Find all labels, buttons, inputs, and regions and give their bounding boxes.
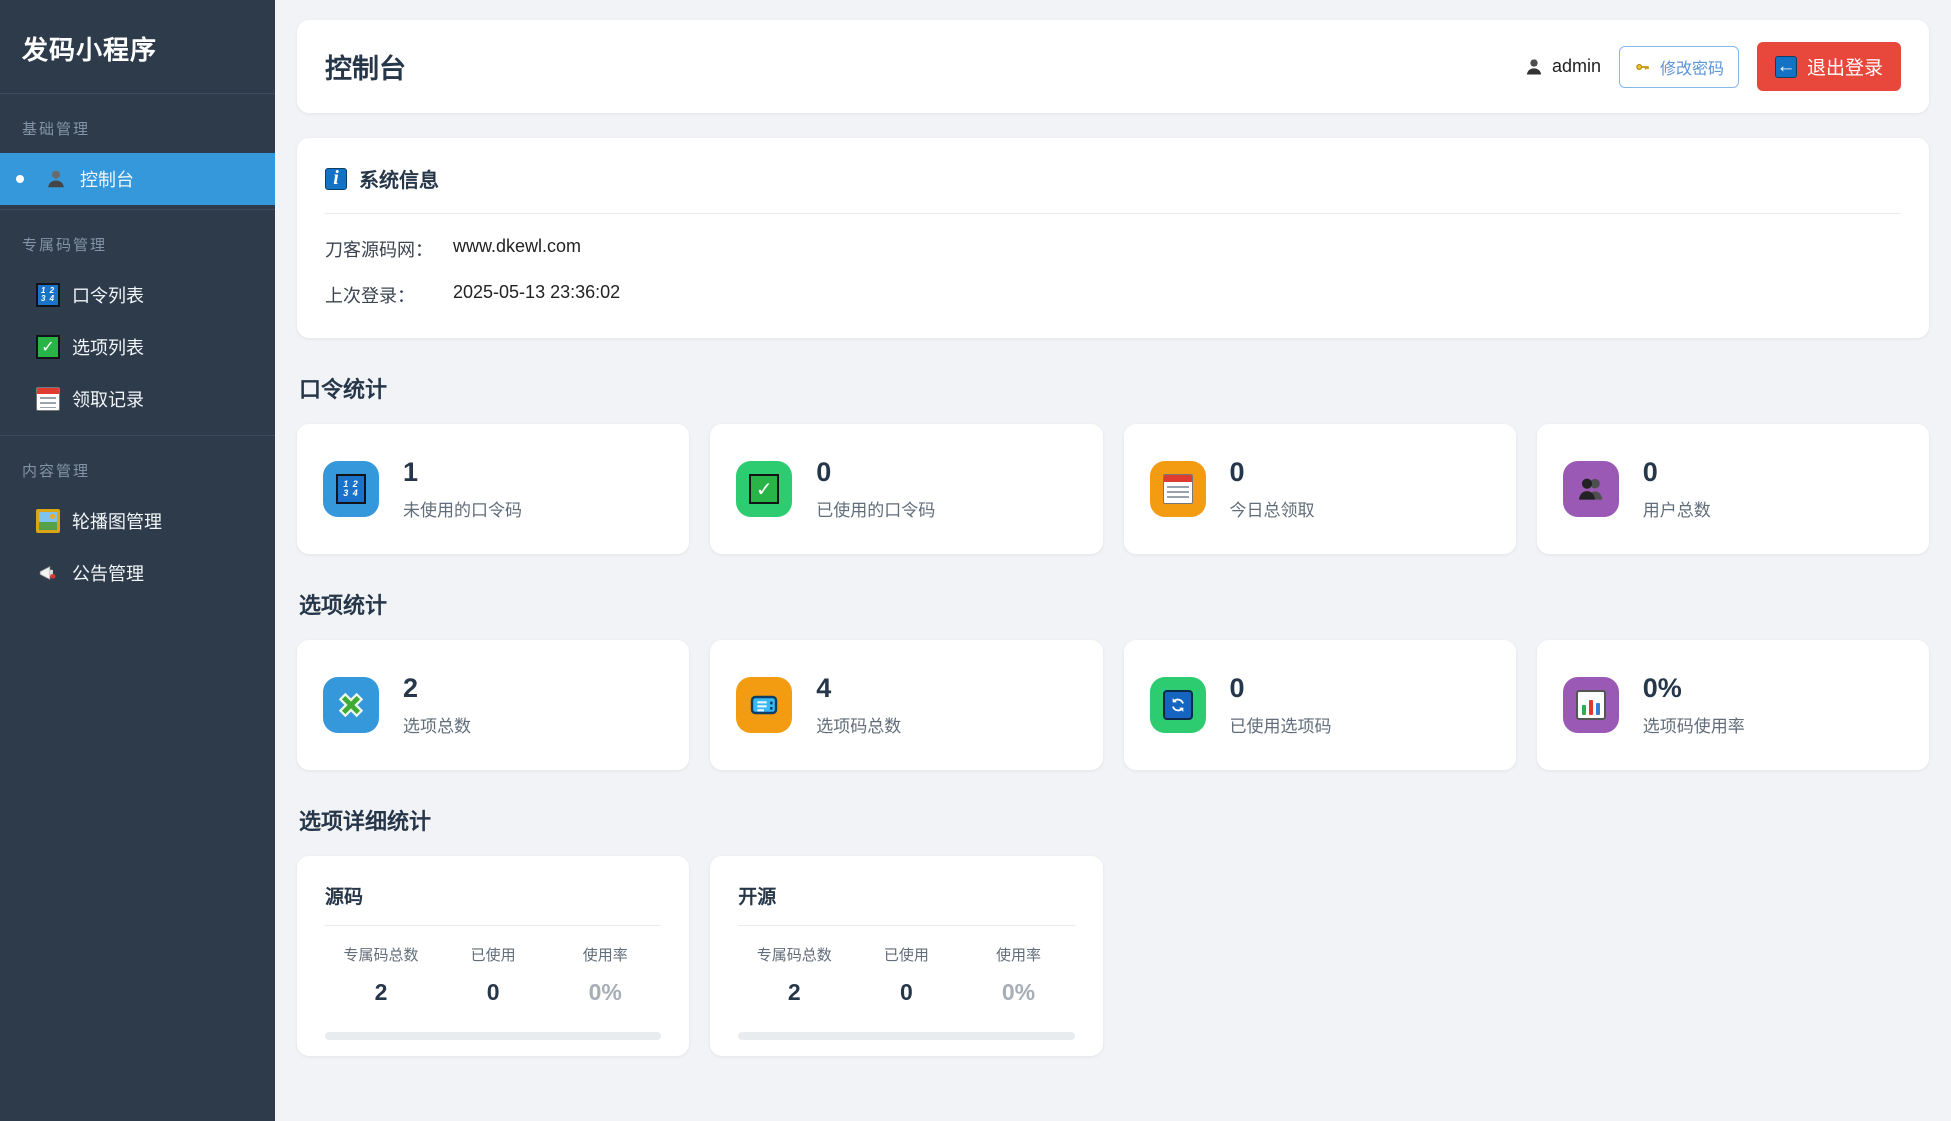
app-brand: 发码小程序 [22, 35, 158, 65]
calendar-icon [1149, 461, 1206, 517]
divider [325, 925, 662, 926]
last-login-time: 2025-05-13 23:36:02 [453, 282, 621, 302]
info-icon: i [325, 167, 347, 190]
site-url: www.dkewl.com [453, 236, 582, 256]
detail-card-source: 源码 专属码总数 已使用 使用率 2 0 0% [297, 856, 690, 1056]
stat-label: 今日总领取 [1229, 501, 1315, 520]
detail-card-opensource: 开源 专属码总数 已使用 使用率 2 0 0% [710, 856, 1103, 1056]
stat-label: 用户总数 [1642, 501, 1711, 520]
sidebar-item-label: 控制台 [80, 170, 134, 190]
green-cross-icon [323, 677, 379, 733]
col-label-total: 专属码总数 [343, 947, 419, 964]
info-row-site: 刀客源码网： www.dkewl.com [325, 236, 582, 260]
sidebar-item-label: 领取记录 [72, 390, 144, 410]
section-heading-option-stats: 选项统计 [299, 593, 388, 618]
check-mark-icon: ✓ [736, 461, 793, 517]
logout-button[interactable]: ← 退出登录 [1756, 42, 1901, 91]
sidebar-item-announcements[interactable]: 公告管理 [0, 547, 275, 599]
detail-card-title: 开源 [738, 887, 777, 908]
sidebar-item-label: 选项列表 [72, 338, 144, 358]
current-user: admin [1524, 56, 1601, 77]
system-info-card: i 系统信息 刀客源码网： www.dkewl.com 上次登录： 2025-0… [297, 138, 1929, 338]
stat-card-total-options: 2 选项总数 [297, 640, 690, 770]
input-numbers-icon: 1 23 4 [323, 461, 379, 517]
sidebar-item-option-list[interactable]: ✓ 选项列表 [0, 321, 275, 373]
username: admin [1551, 56, 1601, 76]
refresh-arrows-icon [1149, 677, 1206, 733]
sidebar-item-claim-records[interactable]: 领取记录 [0, 373, 275, 425]
stat-value: 0 [1642, 457, 1658, 487]
stat-label: 选项总数 [403, 717, 471, 736]
stat-value: 0 [1229, 673, 1245, 703]
stat-card-used-passwords: ✓ 0 已使用的口令码 [710, 424, 1103, 554]
stat-card-used-option-codes: 0 已使用选项码 [1123, 640, 1516, 770]
active-dot [16, 175, 24, 183]
ticket-icon [736, 677, 793, 733]
page-title: 控制台 [325, 54, 406, 84]
sidebar-item-label: 轮播图管理 [72, 512, 162, 532]
stat-card-today-claims: 0 今日总领取 [1123, 424, 1516, 554]
stat-value: 2 [403, 673, 419, 703]
user-silhouette-icon [1524, 57, 1544, 77]
sidebar-item-label: 公告管理 [72, 564, 144, 584]
stat-card-option-usage-rate: 0% 选项码使用率 [1536, 640, 1929, 770]
stat-value: 1 [403, 457, 419, 487]
stat-label: 选项码总数 [816, 717, 902, 736]
section-heading-option-detail: 选项详细统计 [299, 809, 432, 834]
stat-value: 4 [816, 673, 832, 703]
stat-card-unused-passwords: 1 23 4 1 未使用的口令码 [297, 424, 690, 554]
check-mark-icon: ✓ [36, 335, 60, 359]
busts-icon [1562, 461, 1619, 517]
stat-label: 已使用选项码 [1229, 717, 1332, 736]
stat-value: 0% [1642, 673, 1682, 703]
framed-picture-icon [36, 509, 60, 533]
section-heading-password-stats: 口令统计 [299, 377, 388, 402]
usage-progress-bar [325, 1032, 662, 1040]
sidebar: 发码小程序 基础管理 控制台 专属码管理 1 23 4 口令列表 ✓ 选项列表 … [0, 0, 275, 1121]
key-icon [1634, 58, 1652, 76]
col-label-used: 已使用 [883, 947, 929, 964]
col-label-used: 已使用 [470, 947, 516, 964]
calendar-icon [36, 387, 60, 411]
stat-card-total-option-codes: 4 选项码总数 [710, 640, 1103, 770]
system-info-title: 系统信息 [359, 170, 439, 192]
main-content: 控制台 admin 修改密码 ← 退出登录 i 系统信息 刀客源码网： www.… [275, 0, 1951, 1121]
sidebar-item-password-list[interactable]: 1 23 4 口令列表 [0, 269, 275, 321]
change-password-button[interactable]: 修改密码 [1618, 45, 1739, 88]
usage-progress-bar [738, 1032, 1075, 1040]
user-silhouette-icon [44, 167, 68, 191]
stat-value: 0 [1229, 457, 1245, 487]
sidebar-item-console[interactable]: 控制台 [0, 153, 275, 205]
sidebar-item-label: 口令列表 [72, 286, 144, 306]
stat-card-total-users: 0 用户总数 [1536, 424, 1929, 554]
info-row-last-login: 上次登录： 2025-05-13 23:36:02 [325, 282, 621, 306]
divider [325, 213, 1901, 214]
logout-arrow-icon: ← [1774, 55, 1797, 78]
sidebar-section-codes: 专属码管理 [22, 237, 108, 254]
sidebar-section-basic: 基础管理 [22, 121, 91, 138]
stat-label: 已使用的口令码 [816, 501, 936, 520]
col-label-rate: 使用率 [995, 947, 1041, 964]
megaphone-icon [36, 561, 60, 585]
col-label-rate: 使用率 [582, 947, 628, 964]
col-value-used: 0 [899, 979, 913, 1005]
col-value-total: 2 [787, 979, 801, 1005]
stat-label: 未使用的口令码 [403, 501, 522, 520]
detail-card-title: 源码 [325, 887, 364, 908]
stat-label: 选项码使用率 [1642, 717, 1745, 736]
sidebar-section-content: 内容管理 [22, 463, 91, 480]
col-label-total: 专属码总数 [756, 947, 832, 964]
stat-value: 0 [816, 457, 832, 487]
col-value-rate: 0% [588, 979, 622, 1005]
bar-chart-icon [1562, 677, 1619, 733]
input-numbers-icon: 1 23 4 [36, 283, 60, 307]
col-value-used: 0 [486, 979, 500, 1005]
sidebar-item-carousel[interactable]: 轮播图管理 [0, 495, 275, 547]
col-value-total: 2 [374, 979, 388, 1005]
col-value-rate: 0% [1001, 979, 1036, 1005]
divider [738, 925, 1075, 926]
topbar: 控制台 admin 修改密码 ← 退出登录 [297, 20, 1929, 113]
